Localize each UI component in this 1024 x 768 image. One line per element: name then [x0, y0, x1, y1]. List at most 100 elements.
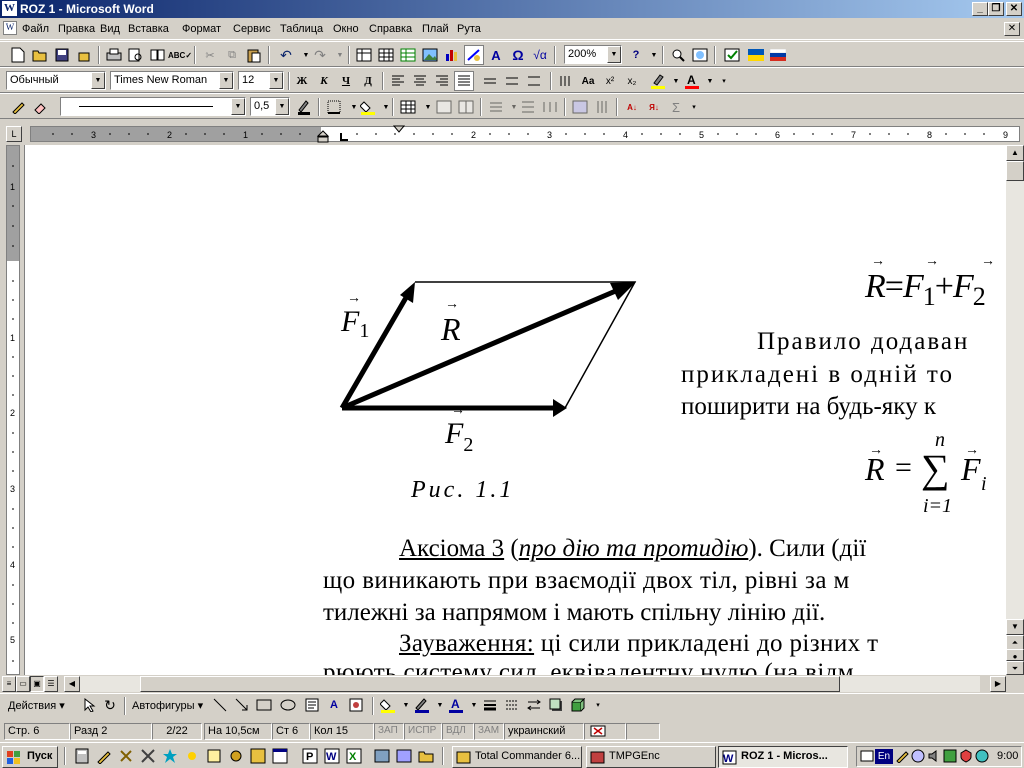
menu-window[interactable]: Окно — [333, 23, 359, 35]
sort-descending-icon[interactable]: Я↓ — [644, 97, 664, 117]
quicklaunch-pencil-icon[interactable] — [96, 748, 112, 764]
quicklaunch-note-icon[interactable] — [206, 748, 222, 764]
document-close-button[interactable]: ✕ — [1004, 22, 1020, 36]
chevron-down-icon[interactable]: ▼ — [219, 72, 233, 89]
toolbar-options-icon[interactable]: ▾ — [588, 695, 608, 715]
h-scroll-track[interactable] — [80, 676, 980, 692]
tray-disc-icon[interactable] — [911, 749, 925, 763]
status-extend[interactable]: ВДЛ — [442, 723, 474, 740]
style-combo[interactable]: Обычный ▼ — [6, 71, 106, 90]
quicklaunch-star-icon[interactable] — [162, 748, 178, 764]
menu-format[interactable]: Формат — [182, 23, 221, 35]
tray-antivirus-icon[interactable] — [959, 749, 973, 763]
menu-file[interactable]: Файл — [22, 23, 49, 35]
scroll-down-icon[interactable]: ▼ — [1006, 619, 1024, 635]
menu-help[interactable]: Справка — [369, 23, 412, 35]
line-weight-combo[interactable]: 0,5 ▼ — [250, 97, 290, 116]
font-size-combo[interactable]: 12 ▼ — [238, 71, 284, 90]
sort-ascending-icon[interactable]: A↓ — [622, 97, 642, 117]
free-rotate-icon[interactable]: ↻ — [100, 695, 120, 715]
line-tool-icon[interactable] — [210, 695, 230, 715]
autoshapes-menu[interactable]: Автофигуры ▾ — [132, 699, 203, 712]
font-combo[interactable]: Times New Roman ▼ — [110, 71, 234, 90]
paste-icon[interactable] — [244, 45, 264, 65]
menu-insert[interactable]: Вставка — [128, 23, 169, 35]
web-icon[interactable] — [690, 45, 710, 65]
task-word[interactable]: W ROZ 1 - Micros... — [718, 746, 848, 768]
chevron-down-icon[interactable]: ▼ — [275, 98, 289, 115]
arrow-tool-icon[interactable] — [232, 695, 252, 715]
task-tmpgenc[interactable]: TMPGEnc — [586, 746, 716, 768]
dash-style-icon[interactable] — [502, 695, 522, 715]
shadow-icon[interactable] — [546, 695, 566, 715]
status-overtype[interactable]: ЗАМ — [474, 723, 504, 740]
scroll-thumb[interactable] — [1006, 161, 1024, 181]
quicklaunch-sun-icon[interactable] — [184, 748, 200, 764]
subscript-icon[interactable]: x₂ — [622, 71, 642, 91]
status-spelling[interactable] — [584, 723, 626, 740]
shading-icon[interactable] — [358, 97, 378, 117]
tab-stop-selector[interactable]: L — [6, 126, 22, 142]
spacing-icon[interactable] — [556, 71, 576, 91]
print-preview-icon[interactable] — [126, 45, 146, 65]
line-spacing-3-icon[interactable] — [524, 71, 544, 91]
chevron-down-icon[interactable]: ▼ — [91, 72, 105, 89]
line-style-icon[interactable] — [480, 695, 500, 715]
quicklaunch-gear-icon[interactable] — [228, 748, 244, 764]
undo-icon[interactable]: ↶ — [276, 45, 296, 65]
insert-table-2-icon[interactable] — [398, 97, 418, 117]
symbol-icon[interactable]: Ω — [508, 45, 528, 65]
align-center-icon[interactable] — [410, 71, 430, 91]
wordart-icon[interactable]: A — [486, 45, 506, 65]
word-app-icon[interactable]: W — [2, 1, 17, 16]
menu-view[interactable]: Вид — [100, 23, 120, 35]
menu-table[interactable]: Таблица — [280, 23, 323, 35]
text-direction-icon[interactable] — [592, 97, 612, 117]
drawing-toggle-icon[interactable] — [464, 45, 484, 65]
print-layout-view-icon[interactable]: ▣ — [30, 676, 44, 692]
quicklaunch-tile-icon[interactable] — [250, 748, 266, 764]
russia-flag-icon[interactable] — [768, 45, 788, 65]
cut-icon[interactable]: ✂ — [200, 45, 220, 65]
tray-network-icon[interactable] — [860, 749, 874, 763]
3d-icon[interactable] — [568, 695, 588, 715]
align-right-icon[interactable] — [432, 71, 452, 91]
close-button[interactable]: ✕ — [1006, 2, 1022, 16]
superscript-icon[interactable]: x² — [600, 71, 620, 91]
next-page-icon[interactable]: ⏷ — [1006, 661, 1024, 675]
h-scroll-thumb[interactable] — [140, 676, 840, 692]
permission-icon[interactable] — [74, 45, 94, 65]
tray-s-icon[interactable] — [975, 749, 989, 763]
insert-table-icon[interactable] — [376, 45, 396, 65]
new-document-icon[interactable] — [8, 45, 28, 65]
start-button[interactable]: Пуск — [2, 746, 58, 768]
quicklaunch-tools-icon[interactable] — [140, 748, 156, 764]
browse-object-icon[interactable]: ● — [1006, 649, 1024, 661]
vertical-ruler[interactable]: 1 1 2 3 4 5 — [0, 145, 24, 675]
italic-icon[interactable]: К — [314, 71, 334, 91]
menu-tools[interactable]: Сервис — [233, 23, 271, 35]
tray-app-icon[interactable] — [943, 749, 957, 763]
text-color-icon[interactable]: A — [446, 695, 466, 715]
web-view-icon[interactable]: ▭ — [16, 676, 30, 692]
find-icon[interactable] — [668, 45, 688, 65]
tray-speaker-icon[interactable] — [927, 749, 941, 763]
menu-edit[interactable]: Правка — [58, 23, 95, 35]
fill-color-icon[interactable] — [378, 695, 398, 715]
autosum-icon[interactable]: Σ — [666, 97, 686, 117]
font-color-icon[interactable]: A — [682, 71, 702, 91]
document-icon[interactable]: W — [3, 21, 17, 35]
outline-view-icon[interactable]: ☰ — [44, 676, 58, 692]
insert-chart-icon[interactable] — [442, 45, 462, 65]
ukraine-flag-icon[interactable] — [746, 45, 766, 65]
scroll-up-icon[interactable]: ▲ — [1006, 145, 1024, 161]
scroll-right-icon[interactable]: ▶ — [990, 676, 1006, 692]
line-style-combo[interactable]: ▼ — [60, 97, 246, 116]
hyperlink-table-icon[interactable] — [354, 45, 374, 65]
help-icon[interactable]: ? — [626, 45, 646, 65]
select-objects-icon[interactable] — [80, 695, 100, 715]
copy-icon[interactable]: ⧉ — [222, 45, 242, 65]
arrow-style-icon[interactable] — [524, 695, 544, 715]
zoom-combo[interactable]: 200% ▼ — [564, 45, 622, 64]
chevron-down-icon[interactable]: ▼ — [269, 72, 283, 89]
